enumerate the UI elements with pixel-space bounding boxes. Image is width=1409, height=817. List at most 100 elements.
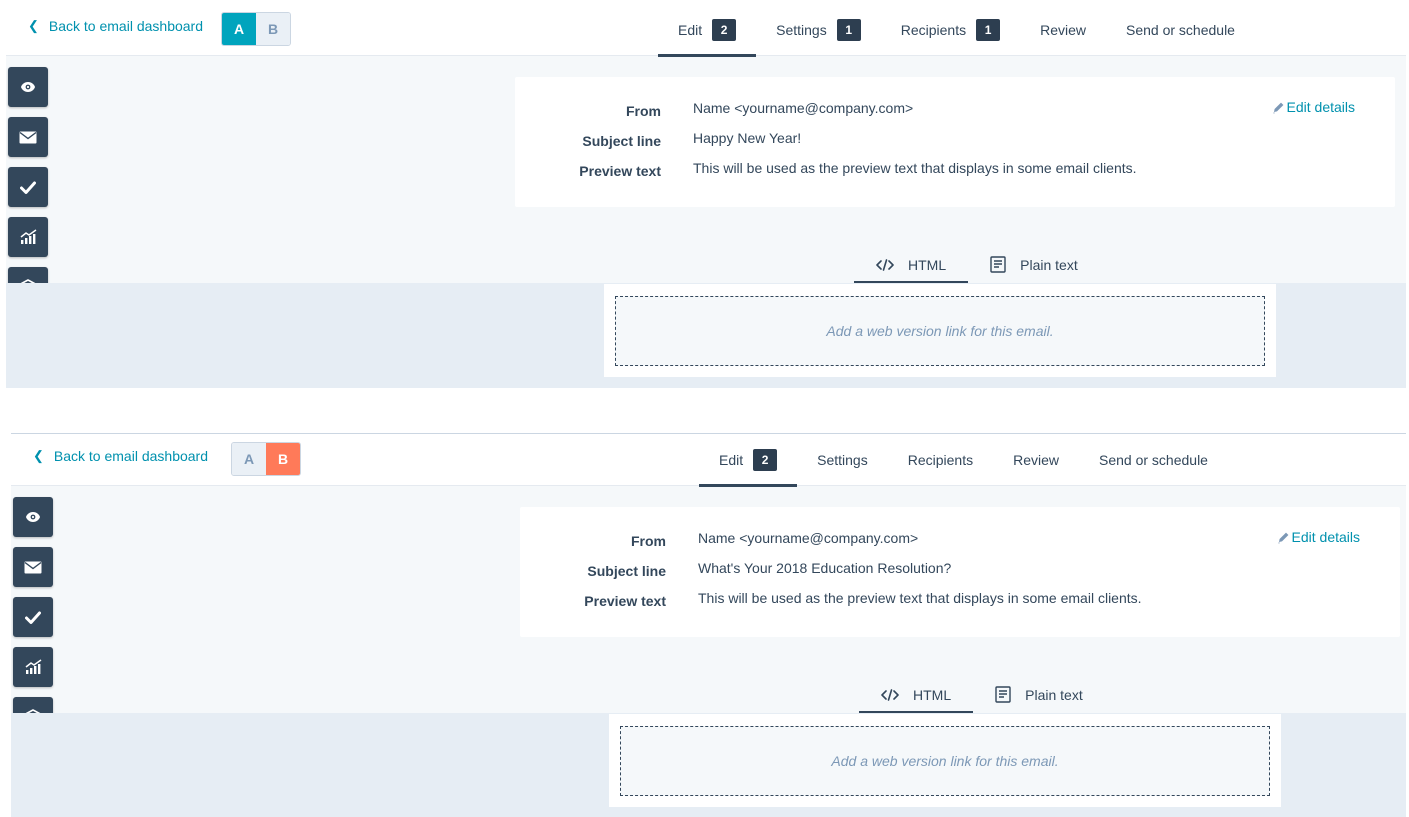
- from-label: From: [631, 533, 666, 549]
- tab-review[interactable]: Review: [993, 434, 1079, 486]
- web-version-link-placeholder[interactable]: Add a web version link for this email.: [615, 296, 1265, 366]
- preview-text-label: Preview text: [584, 593, 666, 609]
- sidebar-tool-checkmark[interactable]: [13, 597, 53, 637]
- tab-label: Edit: [719, 452, 744, 468]
- tab-send-or-schedule[interactable]: Send or schedule: [1106, 4, 1255, 56]
- from-value: Name <yourname@company.com>: [693, 100, 914, 116]
- tab-edit[interactable]: Edit 2: [658, 4, 757, 57]
- email-editor-variant-a: ❮ Back to email dashboard A B Edit 2 Set…: [6, 4, 1406, 388]
- tab-html[interactable]: HTML: [859, 676, 974, 713]
- from-row: From Name <yourname@company.com>: [515, 100, 914, 119]
- edit-details-label: Edit details: [1291, 529, 1360, 545]
- email-body-card: Add a web version link for this email.: [609, 714, 1281, 807]
- variant-b-button[interactable]: B: [256, 13, 290, 45]
- variant-b-button[interactable]: B: [266, 443, 300, 475]
- eye-icon: [25, 511, 41, 523]
- tab-plain-text[interactable]: Plain text: [968, 246, 1100, 283]
- tab-plain-text-label: Plain text: [1025, 686, 1083, 703]
- tab-settings[interactable]: Settings 1: [756, 4, 881, 56]
- subject-row: Subject line Happy New Year!: [515, 130, 802, 149]
- pencil-icon: [1277, 531, 1292, 544]
- tab-edit[interactable]: Edit 2: [699, 434, 798, 487]
- preview-text-label: Preview text: [579, 163, 661, 179]
- tab-recipients[interactable]: Recipients: [888, 434, 993, 486]
- tab-html[interactable]: HTML: [854, 246, 969, 283]
- subject-line-label: Subject line: [587, 563, 666, 579]
- tab-html-label: HTML: [908, 256, 947, 273]
- subject-row: Subject line What's Your 2018 Education …: [520, 560, 952, 579]
- edit-details-link[interactable]: Edit details: [1277, 529, 1360, 545]
- subject-line-value: Happy New Year!: [693, 130, 802, 146]
- tab-html-label: HTML: [913, 686, 952, 703]
- tab-label: Send or schedule: [1099, 452, 1208, 468]
- sidebar-tool-envelope[interactable]: [13, 547, 53, 587]
- editor-header: ❮ Back to email dashboard A B Edit 2 Set…: [11, 434, 1406, 487]
- sidebar-tool-analytics-chart[interactable]: [8, 217, 48, 257]
- sidebar-tool-envelope[interactable]: [8, 117, 48, 157]
- back-to-dashboard-link[interactable]: ❮ Back to email dashboard: [28, 18, 203, 34]
- email-editor-variant-b: ❮ Back to email dashboard A B Edit 2 Set…: [11, 433, 1406, 817]
- document-icon: [995, 686, 1011, 703]
- tab-count-badge: 1: [836, 19, 861, 41]
- sidebar-tool-eye[interactable]: [8, 67, 48, 107]
- checkmark-icon: [25, 611, 41, 624]
- from-label: From: [626, 103, 661, 119]
- ab-variant-toggle: A B: [231, 442, 301, 476]
- tab-settings[interactable]: Settings: [797, 434, 888, 486]
- tab-label: Settings: [817, 452, 868, 468]
- tab-recipients[interactable]: Recipients 1: [881, 4, 1020, 56]
- sidebar-tool-eye[interactable]: [13, 497, 53, 537]
- sidebar-tool-checkmark[interactable]: [8, 167, 48, 207]
- variant-a-button[interactable]: A: [222, 13, 256, 45]
- tab-label: Send or schedule: [1126, 22, 1235, 38]
- email-body-card: Add a web version link for this email.: [604, 284, 1276, 377]
- content-view-tabs: HTML Plain text: [859, 676, 1105, 713]
- from-row: From Name <yourname@company.com>: [520, 530, 919, 549]
- preview-row: Preview text This will be used as the pr…: [520, 590, 1142, 609]
- eye-icon: [20, 81, 36, 93]
- analytics-chart-icon: [20, 229, 37, 245]
- chevron-left-icon: ❮: [33, 448, 44, 463]
- tab-review[interactable]: Review: [1020, 4, 1106, 56]
- pencil-icon: [1272, 101, 1287, 114]
- content-view-tabs: HTML Plain text: [854, 246, 1100, 283]
- back-link-label: Back to email dashboard: [48, 18, 203, 34]
- back-link-label: Back to email dashboard: [53, 448, 208, 464]
- tab-label: Review: [1040, 22, 1086, 38]
- variant-a-button[interactable]: A: [232, 443, 266, 475]
- subject-line-label: Subject line: [582, 133, 661, 149]
- tab-count-badge: 1: [976, 19, 1001, 41]
- edit-details-label: Edit details: [1286, 99, 1355, 115]
- code-icon: [876, 258, 894, 271]
- tab-count-badge: 2: [753, 449, 778, 471]
- code-icon: [881, 688, 899, 701]
- tab-label: Settings: [776, 22, 827, 38]
- preview-text-value: This will be used as the preview text th…: [698, 590, 1142, 606]
- tab-label: Recipients: [907, 452, 974, 468]
- ab-variant-toggle: A B: [221, 12, 291, 46]
- edit-details-link[interactable]: Edit details: [1272, 99, 1355, 115]
- editor-step-tabs: Edit 2 Settings 1 Recipients 1 Review Se…: [658, 4, 1255, 57]
- email-details-card: From Name <yourname@company.com> Subject…: [515, 77, 1395, 207]
- tab-send-or-schedule[interactable]: Send or schedule: [1079, 434, 1228, 486]
- editor-step-tabs: Edit 2 Settings Recipients Review Send o…: [699, 434, 1228, 487]
- tab-label: Review: [1013, 452, 1059, 468]
- analytics-chart-icon: [25, 659, 42, 675]
- from-value: Name <yourname@company.com>: [698, 530, 919, 546]
- chevron-left-icon: ❮: [28, 18, 39, 33]
- envelope-icon: [24, 561, 42, 574]
- preview-row: Preview text This will be used as the pr…: [515, 160, 1137, 179]
- tab-count-badge: 2: [712, 19, 737, 41]
- web-version-link-placeholder[interactable]: Add a web version link for this email.: [620, 726, 1270, 796]
- sidebar-tool-analytics-chart[interactable]: [13, 647, 53, 687]
- subject-line-value: What's Your 2018 Education Resolution?: [698, 560, 952, 576]
- tab-label: Recipients: [900, 22, 967, 38]
- email-details-card: From Name <yourname@company.com> Subject…: [520, 507, 1400, 637]
- envelope-icon: [19, 131, 37, 144]
- preview-text-value: This will be used as the preview text th…: [693, 160, 1137, 176]
- tab-plain-text-label: Plain text: [1020, 256, 1078, 273]
- tab-label: Edit: [678, 22, 703, 38]
- tab-plain-text[interactable]: Plain text: [973, 676, 1105, 713]
- back-to-dashboard-link[interactable]: ❮ Back to email dashboard: [33, 448, 208, 464]
- checkmark-icon: [20, 181, 36, 194]
